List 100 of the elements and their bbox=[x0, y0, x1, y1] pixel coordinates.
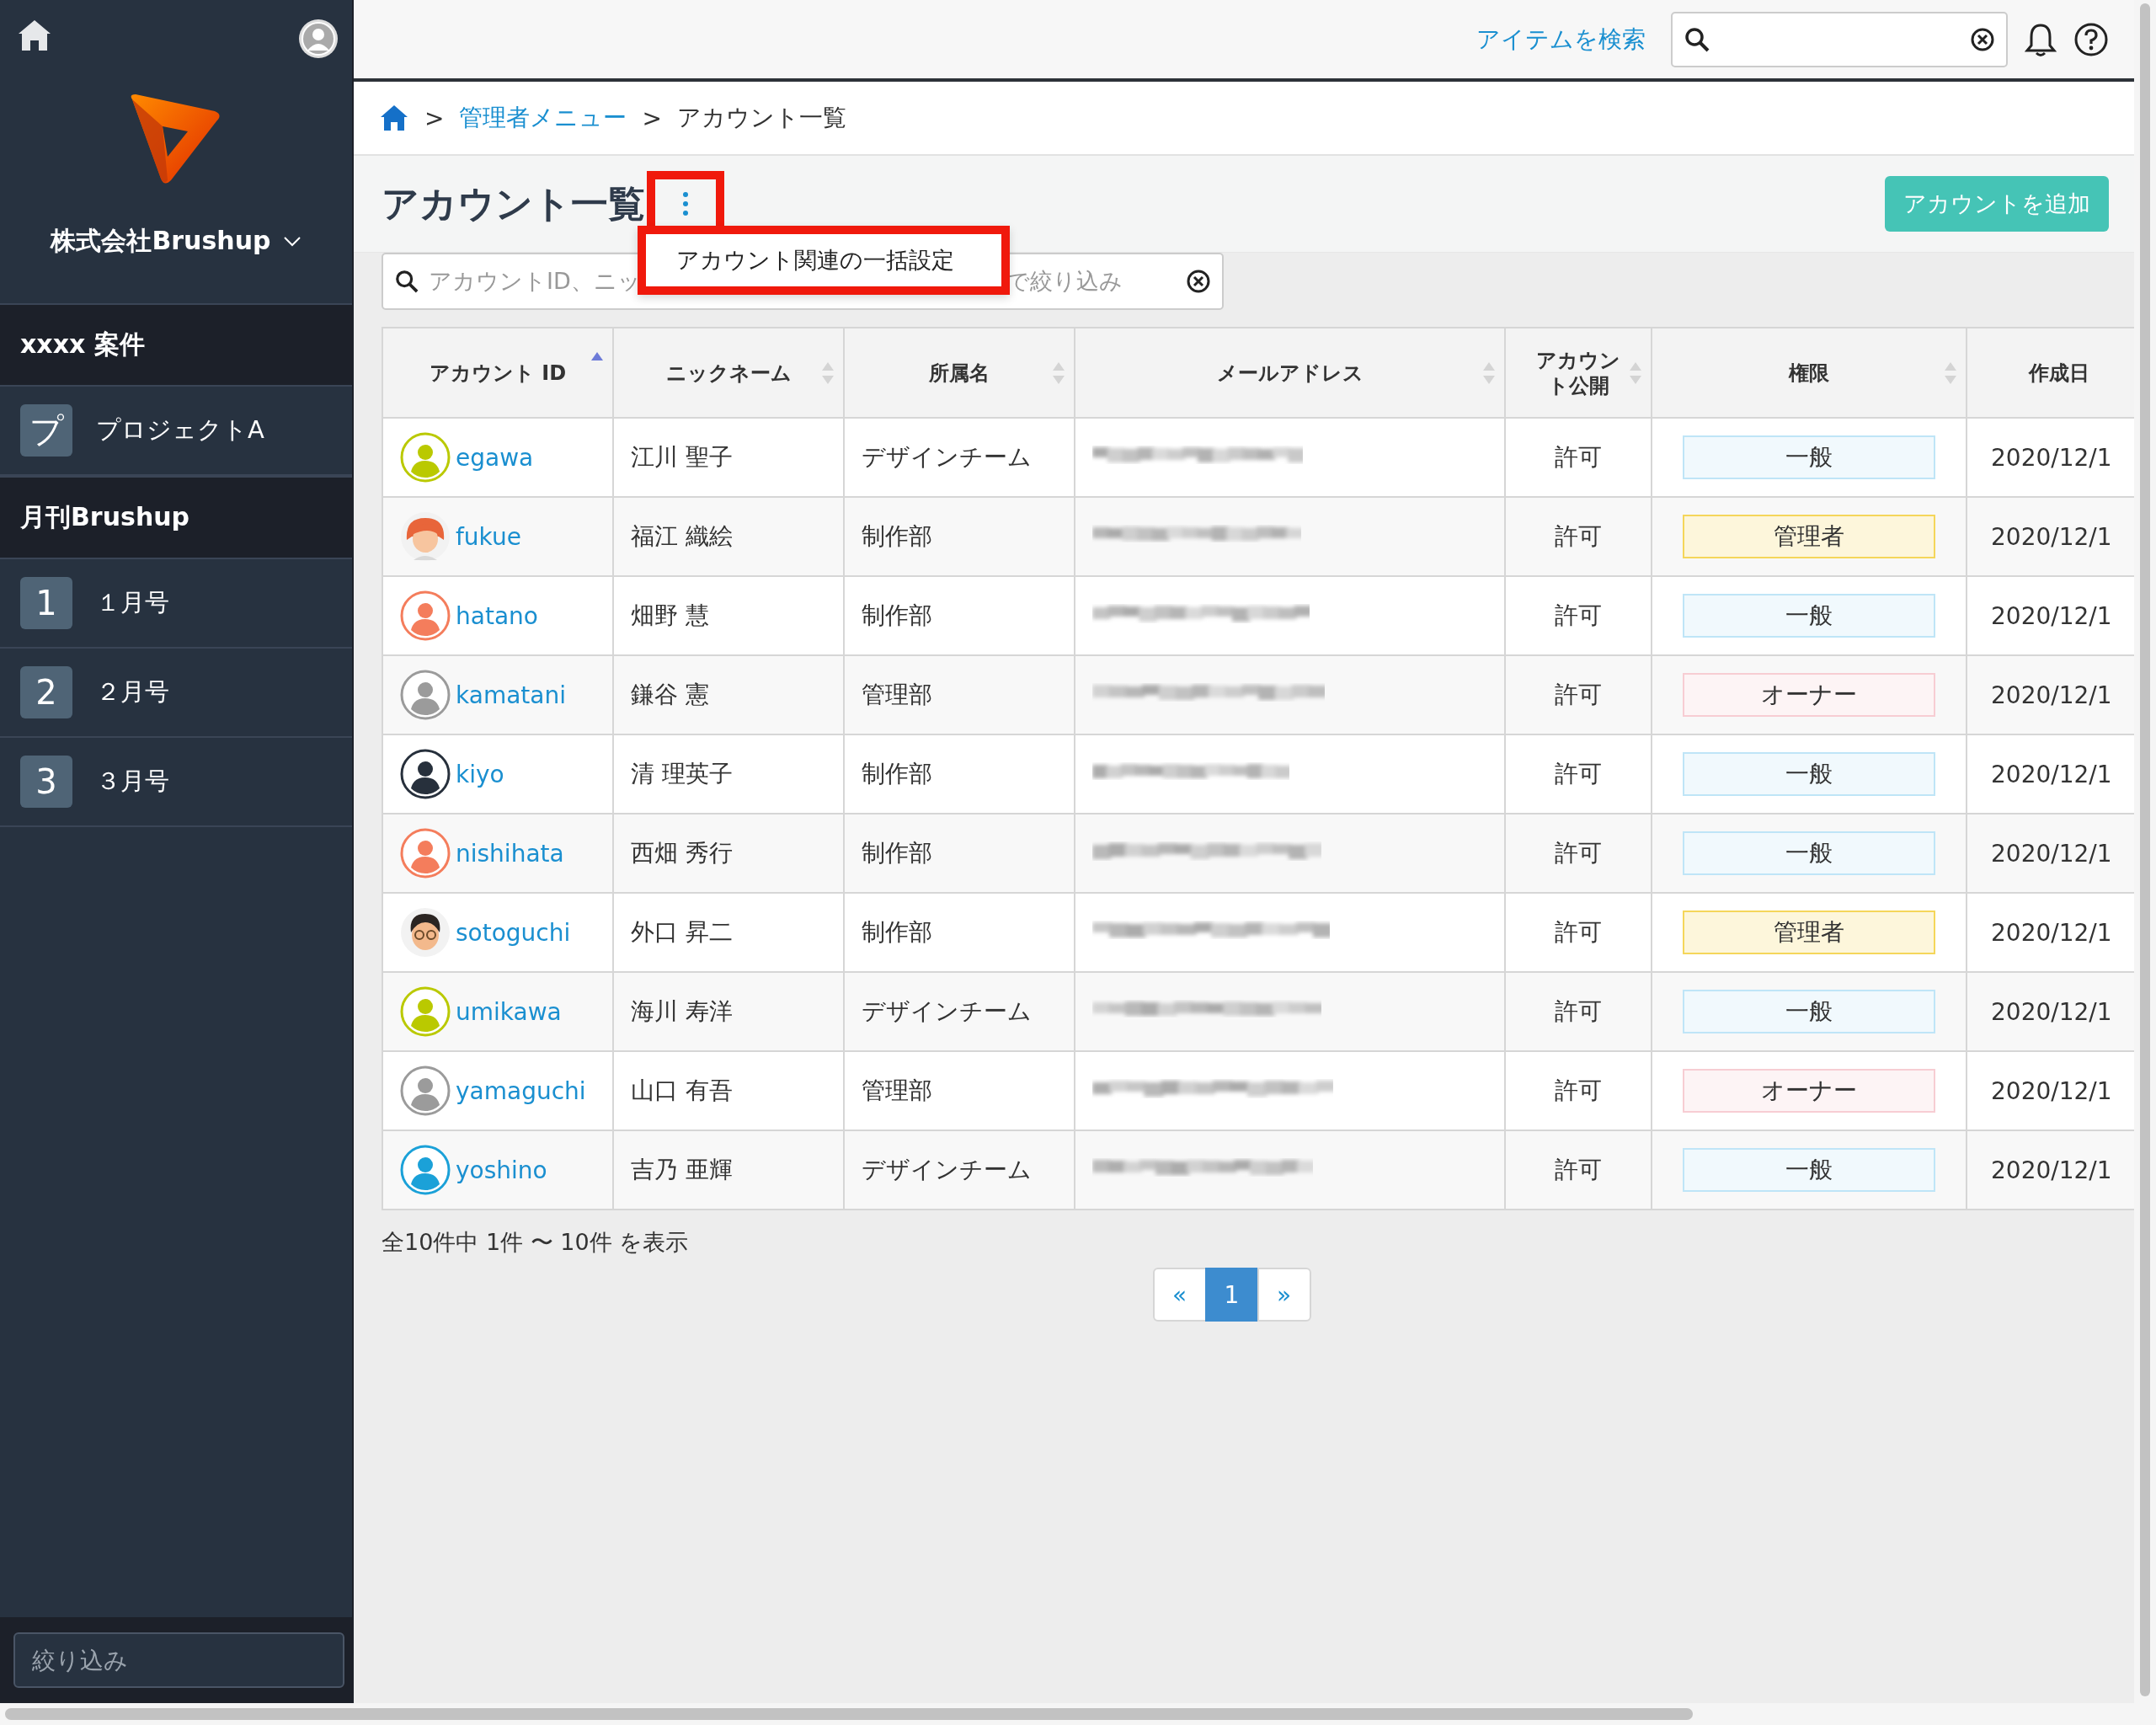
breadcrumb-separator: > bbox=[424, 104, 445, 132]
column-header[interactable]: 権限 bbox=[1652, 328, 1967, 418]
role-badge: 一般 bbox=[1683, 752, 1935, 796]
table-cell: 2020/12/1 bbox=[1967, 655, 2134, 734]
horizontal-scrollbar[interactable] bbox=[5, 1708, 1693, 1720]
table-cell: 許可 bbox=[1505, 576, 1652, 655]
account-id-link[interactable]: sotoguchi bbox=[456, 918, 571, 947]
page-title: アカウント一覧 bbox=[382, 180, 645, 227]
table-cell: 2020/12/1 bbox=[1967, 576, 2134, 655]
user-avatar-icon[interactable] bbox=[298, 19, 339, 59]
account-id-link[interactable]: hatano bbox=[456, 601, 538, 630]
table-cell: 許可 bbox=[1505, 814, 1652, 893]
role-badge: 管理者 bbox=[1683, 515, 1935, 558]
table-cell: 許可 bbox=[1505, 497, 1652, 576]
breadcrumb-link[interactable]: 管理者メニュー bbox=[459, 102, 627, 134]
table-cell: 2020/12/1 bbox=[1967, 972, 2134, 1051]
role-badge: 一般 bbox=[1683, 435, 1935, 479]
breadcrumb-separator: > bbox=[642, 104, 662, 132]
section-header: 月刊Brushup bbox=[0, 476, 352, 559]
search-icon bbox=[1684, 26, 1710, 52]
role-badge: 一般 bbox=[1683, 831, 1935, 875]
table-cell: 西畑 秀行 bbox=[613, 814, 844, 893]
table-cell: 制作部 bbox=[844, 814, 1075, 893]
account-id-link[interactable]: umikawa bbox=[456, 997, 562, 1026]
table-cell: 外口 昇二 bbox=[613, 893, 844, 972]
role-badge: 一般 bbox=[1683, 1148, 1935, 1192]
role-badge: オーナー bbox=[1683, 673, 1935, 717]
table-cell: 制作部 bbox=[844, 734, 1075, 814]
table-cell: 2020/12/1 bbox=[1967, 1130, 2134, 1210]
breadcrumb-current: アカウント一覧 bbox=[676, 103, 846, 133]
table-cell: 2020/12/1 bbox=[1967, 1051, 2134, 1130]
column-header[interactable]: 作成日 bbox=[1967, 328, 2134, 418]
account-id-link[interactable]: nishihata bbox=[456, 839, 564, 868]
clear-icon[interactable] bbox=[1971, 27, 1994, 51]
sort-ascending-icon[interactable] bbox=[590, 350, 604, 362]
table-cell: 2020/12/1 bbox=[1967, 814, 2134, 893]
table-cell: 許可 bbox=[1505, 418, 1652, 497]
table-cell: 2020/12/1 bbox=[1967, 418, 2134, 497]
table-cell: 福江 織絵 bbox=[613, 497, 844, 576]
page-button[interactable]: « bbox=[1152, 1268, 1207, 1322]
table-cell: 制作部 bbox=[844, 497, 1075, 576]
table-cell: 許可 bbox=[1505, 893, 1652, 972]
filter-field[interactable]: 絞り込み bbox=[13, 1632, 344, 1688]
more-icon bbox=[682, 191, 689, 216]
table-cell: 海川 寿洋 bbox=[613, 972, 844, 1051]
table-cell: 2020/12/1 bbox=[1967, 734, 2134, 814]
role-badge: 管理者 bbox=[1683, 911, 1935, 954]
table-cell: 制作部 bbox=[844, 576, 1075, 655]
sidebar-item[interactable]: 1 １月号 bbox=[0, 559, 352, 649]
table-cell: 許可 bbox=[1505, 1051, 1652, 1130]
sidebar-item[interactable]: 3 ３月号 bbox=[0, 738, 352, 827]
clear-icon[interactable] bbox=[1187, 270, 1210, 293]
menu-item[interactable]: アカウント関連の一括設定 bbox=[638, 226, 1010, 295]
table-cell: 管理部 bbox=[844, 655, 1075, 734]
column-header[interactable]: アカウント公開 bbox=[1505, 328, 1652, 418]
table-cell: 許可 bbox=[1505, 972, 1652, 1051]
search-link[interactable]: アイテムを検索 bbox=[1476, 23, 1646, 56]
company-switcher[interactable]: 株式会社Brushup bbox=[51, 224, 302, 259]
role-badge: オーナー bbox=[1683, 1069, 1935, 1113]
home-icon[interactable] bbox=[17, 19, 52, 52]
table-cell: 制作部 bbox=[844, 893, 1075, 972]
page-button[interactable]: » bbox=[1257, 1268, 1311, 1322]
role-badge: 一般 bbox=[1683, 594, 1935, 638]
role-badge: 一般 bbox=[1683, 990, 1935, 1033]
column-header[interactable]: アカウント ID bbox=[382, 328, 613, 418]
sidebar-item[interactable]: 2 ２月号 bbox=[0, 649, 352, 738]
table-cell: 許可 bbox=[1505, 1130, 1652, 1210]
table-cell: 江川 聖子 bbox=[613, 418, 844, 497]
account-id-link[interactable]: fukue bbox=[456, 522, 521, 551]
table-cell: 許可 bbox=[1505, 734, 1652, 814]
table-cell: 畑野 慧 bbox=[613, 576, 844, 655]
account-id-link[interactable]: yoshino bbox=[456, 1156, 547, 1184]
column-header[interactable]: メールアドレス bbox=[1075, 328, 1505, 418]
search-icon bbox=[395, 270, 419, 293]
search-field[interactable] bbox=[1671, 11, 2008, 67]
account-id-link[interactable]: kamatani bbox=[456, 681, 566, 709]
table-cell: 吉乃 亜輝 bbox=[613, 1130, 844, 1210]
help-icon[interactable] bbox=[2073, 21, 2109, 57]
table-cell: 山口 有吾 bbox=[613, 1051, 844, 1130]
column-header[interactable]: ニックネーム bbox=[613, 328, 844, 418]
table-cell: 2020/12/1 bbox=[1967, 893, 2134, 972]
add-account-button[interactable]: アカウントを追加 bbox=[1885, 176, 2109, 232]
table-cell: 鎌谷 憲 bbox=[613, 655, 844, 734]
result-summary: 全10件中 1件 〜 10件 を表示 bbox=[382, 1228, 690, 1257]
column-header[interactable]: 所属名 bbox=[844, 328, 1075, 418]
avatar-icon bbox=[400, 907, 451, 958]
page-button[interactable]: 1 bbox=[1204, 1268, 1259, 1322]
chevron-down-icon bbox=[282, 235, 302, 248]
table-cell: デザインチーム bbox=[844, 1130, 1075, 1210]
table-cell: 管理部 bbox=[844, 1051, 1075, 1130]
account-id-link[interactable]: kiyo bbox=[456, 760, 504, 788]
home-icon[interactable] bbox=[379, 104, 409, 132]
table-cell: 2020/12/1 bbox=[1967, 497, 2134, 576]
avatar-icon bbox=[400, 511, 451, 562]
table-cell: 清 理英子 bbox=[613, 734, 844, 814]
section-header: xxxx 案件 bbox=[0, 303, 352, 387]
table-cell: デザインチーム bbox=[844, 972, 1075, 1051]
table-cell: デザインチーム bbox=[844, 418, 1075, 497]
account-id-link[interactable]: egawa bbox=[456, 443, 534, 472]
vertical-scrollbar[interactable] bbox=[2140, 3, 2150, 1696]
